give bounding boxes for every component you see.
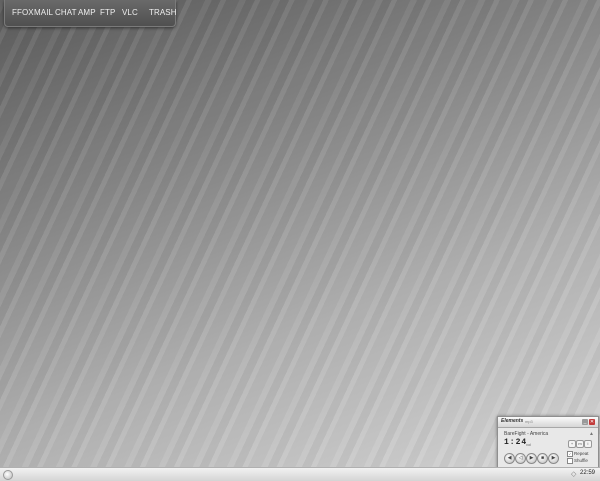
menu-button[interactable]: m xyxy=(576,440,584,448)
play-icon[interactable]: ▶ xyxy=(526,453,537,464)
elapsed-time: 1:24 xyxy=(504,438,528,447)
repeat-checkbox[interactable]: ✓ xyxy=(567,451,573,457)
launcher-item-ffox[interactable]: FFOX xyxy=(12,8,34,17)
taskbar: ◇ 22:59 xyxy=(0,467,600,481)
player-title: Elements xyxy=(501,418,524,424)
tray-network-icon[interactable]: ◇ xyxy=(571,470,576,478)
launcher-item-chat[interactable]: CHAT xyxy=(55,8,77,17)
rewind-icon[interactable]: ◁ xyxy=(515,453,526,464)
launcher-item-ftp[interactable]: FTP xyxy=(100,8,115,17)
shuffle-label: Shuffle xyxy=(574,458,588,464)
repeat-option[interactable]: ✓ Repeat xyxy=(567,451,589,457)
volume-label: vol xyxy=(526,442,532,447)
launcher-item-mail[interactable]: MAIL xyxy=(34,8,53,17)
app-launcher-bar: FFOX MAIL CHAT AMP FTP VLC TRASH xyxy=(4,0,177,27)
add-button[interactable]: + xyxy=(568,440,576,448)
taskbar-clock: 22:59 xyxy=(580,470,596,476)
launcher-item-trash[interactable]: TRASH xyxy=(149,8,177,17)
launcher-item-vlc[interactable]: VLC xyxy=(122,8,138,17)
info-button[interactable]: i xyxy=(584,440,592,448)
launcher-item-amp[interactable]: AMP xyxy=(78,8,96,17)
stop-icon[interactable]: ■ xyxy=(537,453,548,464)
music-player-widget: Elements mp3 _ ✕ BareFight - America ▲ 1… xyxy=(497,416,599,470)
desktop: FFOX MAIL CHAT AMP FTP VLC TRASH Element… xyxy=(0,0,600,470)
repeat-label: Repeat xyxy=(574,451,589,457)
minimize-button[interactable]: _ xyxy=(582,419,588,425)
player-titlebar[interactable]: Elements mp3 _ ✕ xyxy=(498,417,598,428)
scroll-up-icon[interactable]: ▲ xyxy=(589,431,594,437)
player-subtitle: mp3 xyxy=(525,419,533,424)
shuffle-option[interactable]: Shuffle xyxy=(567,458,588,464)
track-name: BareFight - America xyxy=(504,431,549,437)
previous-icon[interactable]: ◀ xyxy=(504,453,515,464)
shuffle-checkbox[interactable] xyxy=(567,458,573,464)
start-menu-icon[interactable] xyxy=(3,470,13,480)
next-icon[interactable]: ▶ xyxy=(548,453,559,464)
close-button[interactable]: ✕ xyxy=(589,419,595,425)
